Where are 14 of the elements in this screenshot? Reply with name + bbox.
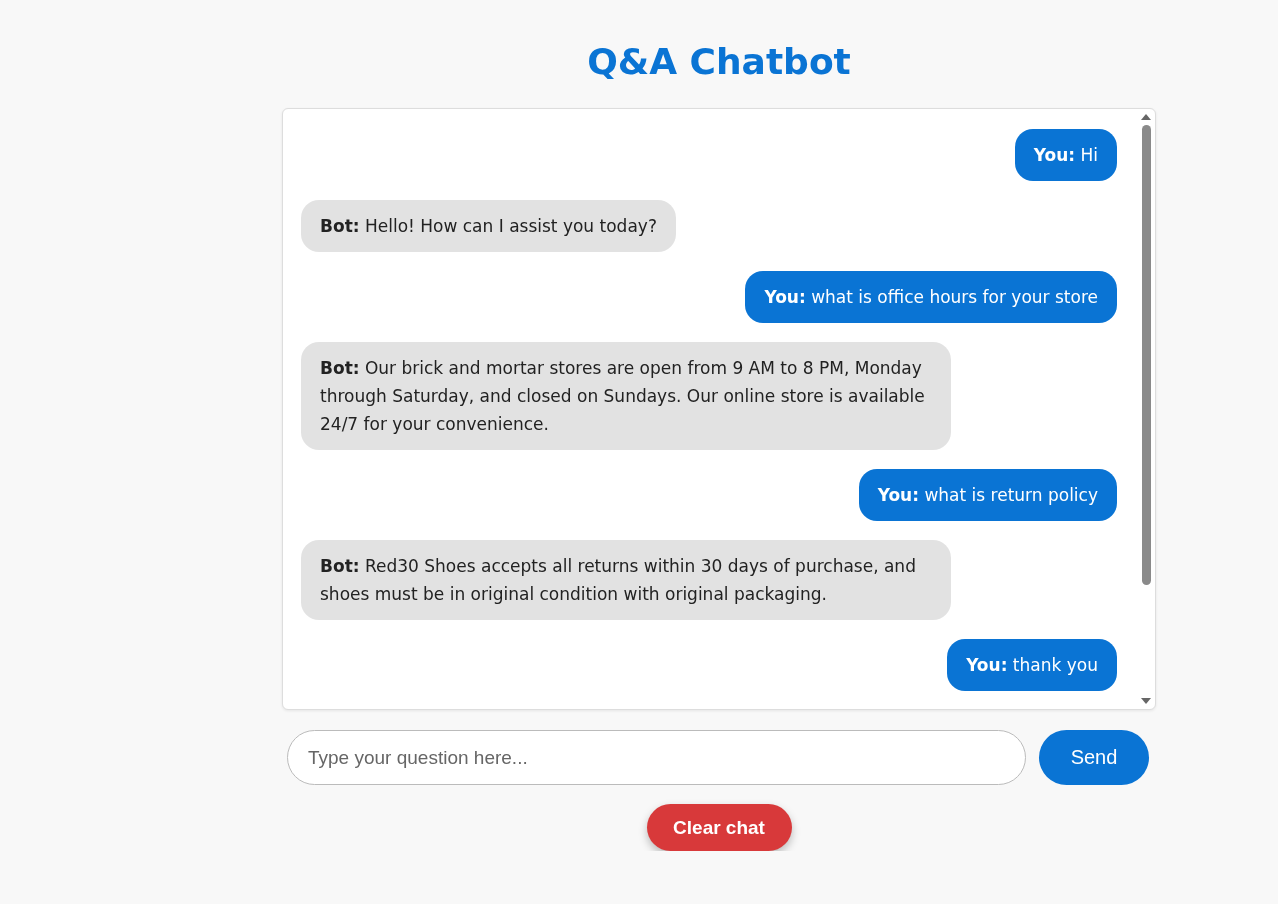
clear-chat-button[interactable]: Clear chat bbox=[646, 804, 792, 851]
send-button[interactable]: Send bbox=[1039, 730, 1149, 785]
bot-message: Bot: Hello! How can I assist you today? bbox=[301, 200, 676, 252]
scroll-up-arrow-icon[interactable] bbox=[1140, 113, 1152, 121]
scroll-down-arrow-icon[interactable] bbox=[1140, 697, 1152, 705]
question-input[interactable]: Type your question here... bbox=[287, 730, 1026, 785]
bot-message: Bot: Red30 Shoes accepts all returns within 30 days of purchase, and shoes must be in original condition with original packaging. bbox=[301, 540, 951, 620]
bot-message: Bot: Our brick and mortar stores are open from 9 AM to 8 PM, Monday through Saturday, and closed on Sundays. Our online store is available 24/7 for your convenience. bbox=[301, 342, 951, 450]
user-message: You: Hi bbox=[1014, 129, 1117, 181]
user-message: You: what is return policy bbox=[858, 469, 1117, 521]
user-message: You: what is office hours for your store bbox=[745, 271, 1117, 323]
page-title: Q&A Chatbot bbox=[586, 40, 852, 84]
scrollbar-thumb[interactable] bbox=[1141, 125, 1151, 585]
user-message: You: thank you bbox=[947, 639, 1117, 691]
